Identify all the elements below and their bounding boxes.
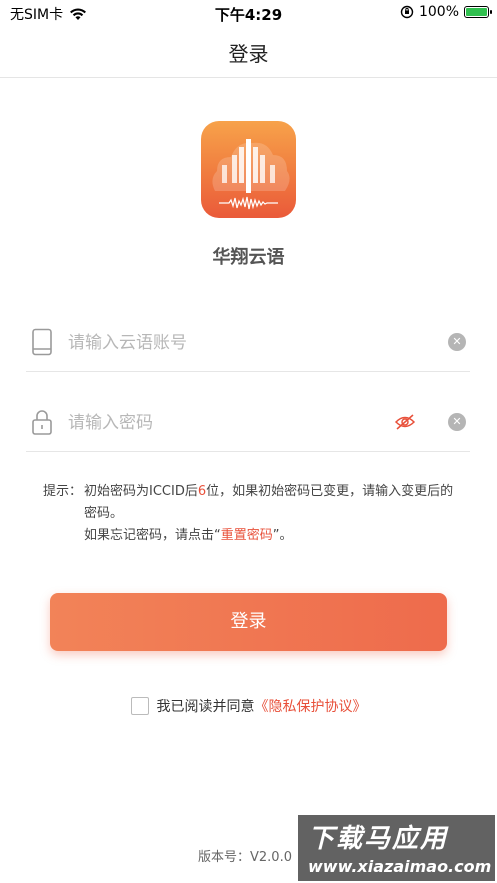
- account-field: ✕: [26, 312, 470, 372]
- account-input[interactable]: [68, 330, 388, 356]
- reset-password-link[interactable]: 重置密码: [221, 528, 273, 543]
- hint-body: 初始密码为ICCID后6位，如果初始密码已变更，请输入变更后的密码。 如果忘记密…: [84, 481, 463, 547]
- hint-digit-count: 6: [197, 484, 207, 499]
- hint-text-2b: ”。: [272, 528, 293, 543]
- watermark-top-text: 下载马应用: [308, 824, 449, 854]
- orientation-lock-icon: [400, 5, 414, 19]
- password-clear-icon[interactable]: ✕: [448, 413, 466, 431]
- agreement-row: 我已阅读并同意《隐私保护协议》: [0, 696, 497, 716]
- hint-text-2a: 如果忘记密码，请点击“: [84, 528, 221, 543]
- hint-text-1a: 初始密码为ICCID后: [84, 484, 198, 499]
- battery-icon: [464, 6, 492, 18]
- hint-line-1: 初始密码为ICCID后6位，如果初始密码已变更，请输入变更后的密码。: [84, 481, 463, 525]
- eye-hidden-icon[interactable]: [394, 412, 416, 432]
- status-right: 100%: [400, 4, 492, 20]
- password-hint: 提示： 初始密码为ICCID后6位，如果初始密码已变更，请输入变更后的密码。 如…: [43, 481, 463, 547]
- battery-level: [466, 8, 487, 16]
- status-bar: 无SIM卡 下午4:29 100%: [0, 0, 497, 26]
- version-label: 版本号：V2.0.0: [198, 850, 292, 865]
- hint-label: 提示：: [43, 484, 83, 499]
- app-name: 华翔云语: [212, 247, 285, 268]
- hint-line-2: 如果忘记密码，请点击“重置密码”。: [84, 525, 463, 547]
- password-field: ✕: [26, 392, 470, 452]
- lock-icon: [32, 410, 52, 435]
- agreement-text: 我已阅读并同意: [156, 699, 255, 715]
- password-input[interactable]: [68, 410, 388, 436]
- page-title: 登录: [228, 42, 269, 66]
- watermark-url-text: www.xiazaimao.com: [308, 857, 492, 876]
- phone-icon: [32, 328, 52, 356]
- watermark-logo: 下载马应用 www.xiazaimao.com: [298, 815, 495, 881]
- battery-percent: 100%: [418, 4, 459, 20]
- login-button[interactable]: 登录: [50, 593, 447, 651]
- agreement-checkbox[interactable]: [130, 697, 149, 715]
- nav-bar: 登录: [0, 26, 497, 78]
- account-clear-icon[interactable]: ✕: [448, 333, 466, 351]
- privacy-policy-link[interactable]: 《隐私保护协议》: [255, 699, 367, 715]
- sound-wave-logo-icon: [212, 139, 290, 210]
- app-logo: [201, 121, 296, 218]
